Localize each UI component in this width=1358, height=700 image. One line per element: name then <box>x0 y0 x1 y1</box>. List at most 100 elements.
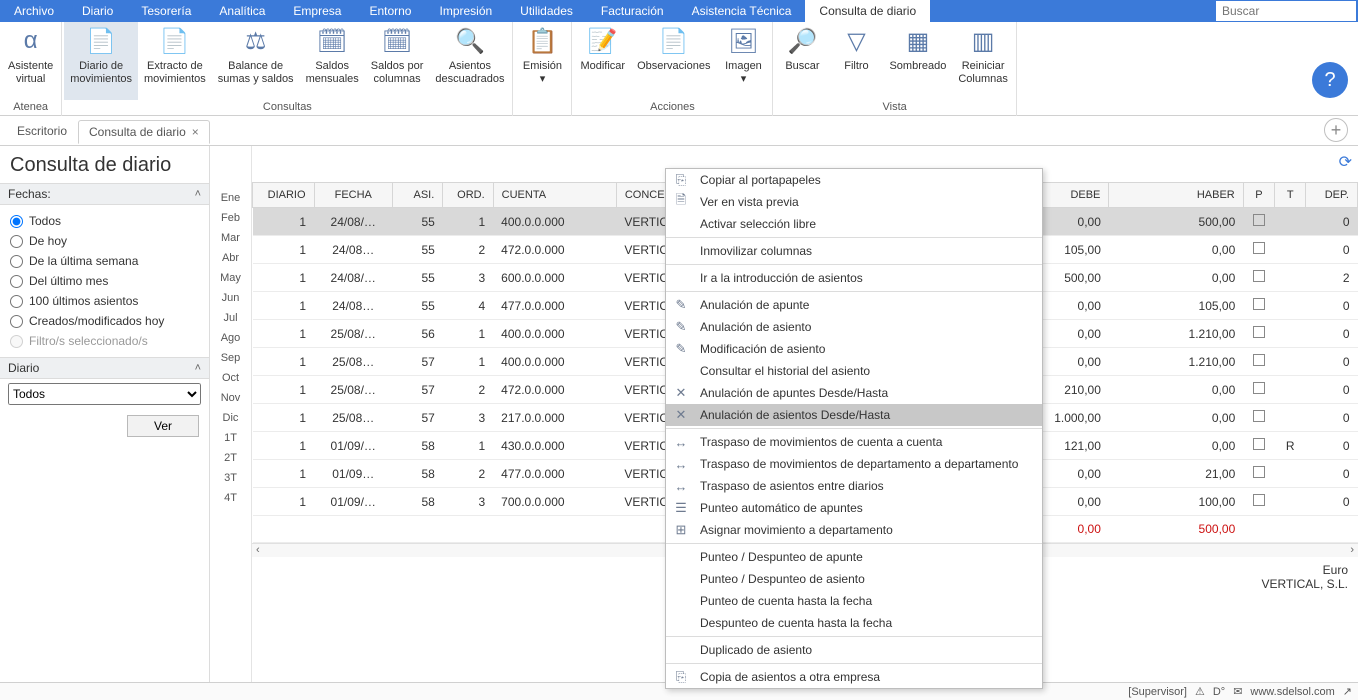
buscar-button[interactable]: 🔎Buscar <box>775 22 829 100</box>
diario-select[interactable]: Todos <box>8 383 201 405</box>
tab-escritorio[interactable]: Escritorio <box>6 119 78 143</box>
modificar-button[interactable]: 📝Modificar <box>574 22 631 100</box>
add-tab-button[interactable]: + <box>1324 118 1348 142</box>
ctx-ir-a-la-introducción-de-asientos[interactable]: Ir a la introducción de asientos <box>666 267 1042 289</box>
ctx-despunteo-de-cuenta-hasta-la-fecha[interactable]: Despunteo de cuenta hasta la fecha <box>666 612 1042 634</box>
balance-sumas-saldos-button[interactable]: ⚖Balance de sumas y saldos <box>212 22 300 100</box>
tab-consulta-diario[interactable]: Consulta de diario× <box>78 120 210 144</box>
col-haber[interactable]: HABER <box>1109 183 1243 208</box>
month-ene[interactable]: Ene <box>210 188 251 208</box>
refresh-icon[interactable]: ⟳ <box>1339 152 1352 172</box>
menu-facturación[interactable]: Facturación <box>587 0 678 22</box>
ctx-inmovilizar-columnas[interactable]: Inmovilizar columnas <box>666 240 1042 262</box>
extracto-de-movimientos-button[interactable]: 📄Extracto de movimientos <box>138 22 212 100</box>
col-dep[interactable]: DEP. <box>1306 183 1358 208</box>
month-feb[interactable]: Feb <box>210 208 251 228</box>
fechas-header[interactable]: Fechas: ˄ <box>0 183 209 205</box>
month-4t[interactable]: 4T <box>210 488 251 508</box>
menu-diario[interactable]: Diario <box>68 0 127 22</box>
month-jun[interactable]: Jun <box>210 288 251 308</box>
checkbox-icon[interactable] <box>1253 354 1265 366</box>
checkbox-icon[interactable] <box>1253 270 1265 282</box>
filtro-button[interactable]: ▽Filtro <box>829 22 883 100</box>
radio-todos[interactable]: Todos <box>10 211 199 231</box>
status-d-icon[interactable]: D° <box>1213 686 1225 698</box>
menu-asistencia-técnica[interactable]: Asistencia Técnica <box>678 0 806 22</box>
ctx-ver-en-vista-previa[interactable]: 🗎Ver en vista previa <box>666 191 1042 213</box>
menu-entorno[interactable]: Entorno <box>355 0 425 22</box>
diario-header[interactable]: Diario ˄ <box>0 357 209 379</box>
month-3t[interactable]: 3T <box>210 468 251 488</box>
col-fecha[interactable]: FECHA <box>314 183 392 208</box>
ctx-duplicado-de-asiento[interactable]: Duplicado de asiento <box>666 639 1042 661</box>
emision-button[interactable]: 📋Emisión ▾ <box>515 22 569 100</box>
month-jul[interactable]: Jul <box>210 308 251 328</box>
radio-100-últimos-asientos[interactable]: 100 últimos asientos <box>10 291 199 311</box>
saldos-mensuales-button[interactable]: 🗓Saldos mensuales <box>300 22 365 100</box>
col-ord[interactable]: ORD. <box>443 183 493 208</box>
ctx-anulación-de-apunte[interactable]: ✎Anulación de apunte <box>666 294 1042 316</box>
month-sep[interactable]: Sep <box>210 348 251 368</box>
observaciones-button[interactable]: 📄Observaciones <box>631 22 716 100</box>
asientos-descuadrados-button[interactable]: 🔍Asientos descuadrados <box>429 22 510 100</box>
ctx-copiar-al-portapapeles[interactable]: ⎘Copiar al portapapeles <box>666 169 1042 191</box>
collapse-icon[interactable]: ˄ <box>195 362 201 374</box>
month-1t[interactable]: 1T <box>210 428 251 448</box>
ctx-consultar-el-historial-del-asiento[interactable]: Consultar el historial del asiento <box>666 360 1042 382</box>
menu-impresión[interactable]: Impresión <box>425 0 506 22</box>
close-tab-icon[interactable]: × <box>192 125 199 139</box>
col-asi[interactable]: ASI. <box>392 183 442 208</box>
col-diario[interactable]: DIARIO <box>253 183 315 208</box>
ctx-activar-selección-libre[interactable]: Activar selección libre <box>666 213 1042 235</box>
ctx-copia-de-asientos-a-otra-empresa[interactable]: ⎘Copia de asientos a otra empresa <box>666 666 1042 688</box>
month-oct[interactable]: Oct <box>210 368 251 388</box>
ctx-traspaso-de-movimientos-de-cuenta-a-cuenta[interactable]: ↔Traspaso de movimientos de cuenta a cue… <box>666 431 1042 453</box>
sombreado-button[interactable]: ▦Sombreado <box>883 22 952 100</box>
month-may[interactable]: May <box>210 268 251 288</box>
month-ago[interactable]: Ago <box>210 328 251 348</box>
month-dic[interactable]: Dic <box>210 408 251 428</box>
ctx-anulación-de-apuntes-desde-hasta[interactable]: ✕Anulación de apuntes Desde/Hasta <box>666 382 1042 404</box>
ctx-punteo-despunteo-de-asiento[interactable]: Punteo / Despunteo de asiento <box>666 568 1042 590</box>
checkbox-icon[interactable] <box>1253 466 1265 478</box>
col-cuenta[interactable]: CUENTA <box>493 183 616 208</box>
checkbox-icon[interactable] <box>1253 214 1265 226</box>
ctx-punteo-de-cuenta-hasta-la-fecha[interactable]: Punteo de cuenta hasta la fecha <box>666 590 1042 612</box>
checkbox-icon[interactable] <box>1253 494 1265 506</box>
checkbox-icon[interactable] <box>1253 326 1265 338</box>
menu-consulta-de-diario[interactable]: Consulta de diario <box>805 0 930 22</box>
menu-tesorería[interactable]: Tesorería <box>127 0 205 22</box>
ctx-punteo-automático-de-apuntes[interactable]: ☰Punteo automático de apuntes <box>666 497 1042 519</box>
ctx-anulación-de-asientos-desde-hasta[interactable]: ✕Anulación de asientos Desde/Hasta <box>666 404 1042 426</box>
asistente-virtual-button[interactable]: αAsistente virtual <box>2 22 59 100</box>
col-p[interactable]: P <box>1243 183 1274 208</box>
checkbox-icon[interactable] <box>1253 242 1265 254</box>
search-input[interactable] <box>1216 1 1356 21</box>
ctx-punteo-despunteo-de-apunte[interactable]: Punteo / Despunteo de apunte <box>666 546 1042 568</box>
col-t[interactable]: T <box>1275 183 1306 208</box>
menu-utilidades[interactable]: Utilidades <box>506 0 587 22</box>
radio-de-la-última-semana[interactable]: De la última semana <box>10 251 199 271</box>
status-mail-icon[interactable]: ✉ <box>1233 685 1242 698</box>
ctx-asignar-movimiento-a-departamento[interactable]: ⊞Asignar movimiento a departamento <box>666 519 1042 541</box>
month-2t[interactable]: 2T <box>210 448 251 468</box>
menu-archivo[interactable]: Archivo <box>0 0 68 22</box>
ctx-traspaso-de-asientos-entre-diarios[interactable]: ↔Traspaso de asientos entre diarios <box>666 475 1042 497</box>
month-abr[interactable]: Abr <box>210 248 251 268</box>
radio-creados-modificados-hoy[interactable]: Creados/modificados hoy <box>10 311 199 331</box>
reiniciar-columnas-button[interactable]: ▥Reiniciar Columnas <box>952 22 1014 100</box>
ctx-modificación-de-asiento[interactable]: ✎Modificación de asiento <box>666 338 1042 360</box>
radio-del-último-mes[interactable]: Del último mes <box>10 271 199 291</box>
radio-de-hoy[interactable]: De hoy <box>10 231 199 251</box>
month-mar[interactable]: Mar <box>210 228 251 248</box>
checkbox-icon[interactable] <box>1253 410 1265 422</box>
saldos-por-columnas-button[interactable]: 🗓Saldos por columnas <box>365 22 430 100</box>
checkbox-icon[interactable] <box>1253 382 1265 394</box>
status-warning-icon[interactable]: ⚠ <box>1195 685 1205 698</box>
status-expand-icon[interactable]: ↗ <box>1343 685 1352 698</box>
diario-de-movimientos-button[interactable]: 📄Diario de movimientos <box>64 22 138 100</box>
imagen-button[interactable]: 🖼Imagen ▾ <box>716 22 770 100</box>
ver-button[interactable]: Ver <box>127 415 199 437</box>
menu-analítica[interactable]: Analítica <box>205 0 279 22</box>
menu-empresa[interactable]: Empresa <box>279 0 355 22</box>
